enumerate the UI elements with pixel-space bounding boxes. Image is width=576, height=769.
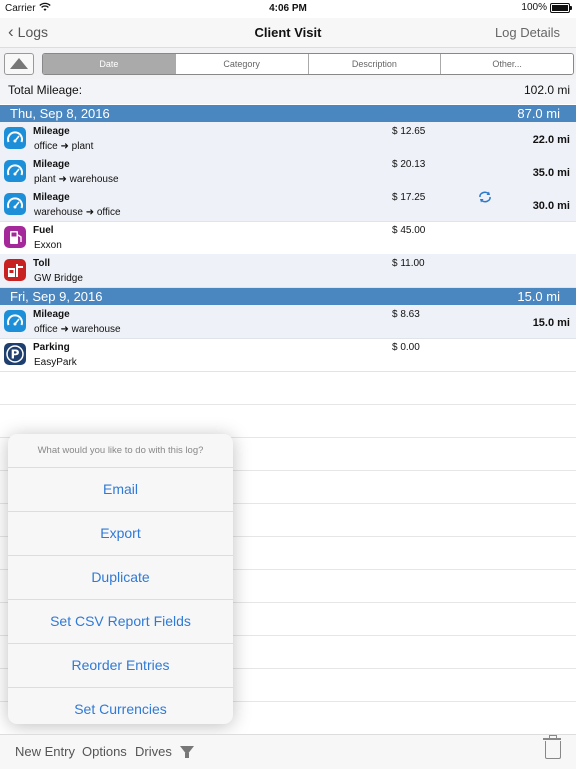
total-mileage-label: Total Mileage: — [8, 83, 83, 97]
entry-amount: $ 45.00 — [392, 225, 426, 236]
entry-amount: $ 0.00 — [392, 342, 420, 353]
entry-category: Parking — [33, 342, 70, 353]
entry-miles: 30.0 mi — [532, 200, 570, 212]
table-row[interactable]: Mileage warehouse ➜ office $ 17.25 30.0 … — [0, 188, 576, 222]
sort-bar: Date Category Description Other... — [0, 47, 576, 81]
entry-amount: $ 8.63 — [392, 309, 420, 320]
day-miles: 15.0 mi — [517, 289, 560, 304]
navigation-bar: ‹ Logs Client Visit Log Details — [0, 18, 576, 47]
battery-icon — [550, 2, 572, 13]
day-miles: 87.0 mi — [517, 106, 560, 121]
route-to: warehouse — [69, 174, 119, 185]
options-button[interactable]: Options — [82, 744, 127, 759]
route-from: warehouse — [34, 207, 83, 218]
filter-icon[interactable] — [180, 746, 194, 758]
entry-description: Exxon — [34, 240, 62, 251]
route-to: plant — [71, 141, 94, 152]
entry-amount: $ 20.13 — [392, 159, 426, 170]
entry-description: EasyPark — [34, 357, 77, 368]
entry-category: Mileage — [33, 309, 70, 320]
set-currencies-option[interactable]: Set Currencies — [8, 688, 233, 724]
segment-category[interactable]: Category — [174, 54, 308, 74]
empty-row — [0, 404, 576, 438]
segment-date[interactable]: Date — [43, 54, 175, 74]
entry-amount: $ 12.65 — [392, 126, 426, 137]
set-csv-report-fields-option[interactable]: Set CSV Report Fields — [8, 600, 233, 644]
duplicate-option[interactable]: Duplicate — [8, 556, 233, 600]
entry-category: Fuel — [33, 225, 54, 236]
entry-category: Toll — [33, 258, 51, 269]
toll-icon — [4, 259, 26, 281]
total-mileage-value: 102.0 mi — [523, 83, 570, 97]
speedometer-icon — [4, 127, 26, 149]
day-header: Fri, Sep 9, 2016 15.0 mi — [0, 288, 576, 305]
segment-description[interactable]: Description — [307, 54, 441, 74]
round-trip-icon — [478, 191, 492, 206]
table-row[interactable]: Mileage plant ➜ warehouse $ 20.13 35.0 m… — [0, 155, 576, 189]
entry-route: warehouse ➜ office — [34, 207, 121, 218]
entry-description: GW Bridge — [34, 273, 83, 284]
sort-segmented-control: Date Category Description Other... — [42, 53, 574, 75]
day-date: Thu, Sep 8, 2016 — [10, 106, 110, 121]
table-row[interactable]: Toll GW Bridge $ 11.00 — [0, 254, 576, 288]
total-mileage-row: Total Mileage: 102.0 mi — [0, 79, 576, 104]
day-date: Fri, Sep 9, 2016 — [10, 289, 103, 304]
entry-miles: 22.0 mi — [532, 134, 570, 146]
segment-other[interactable]: Other... — [440, 54, 573, 74]
table-row[interactable]: Mileage office ➜ warehouse $ 8.63 15.0 m… — [0, 305, 576, 339]
fuel-pump-icon — [4, 226, 26, 248]
status-bar: Carrier 4:06 PM 100% — [0, 0, 576, 18]
svg-text:P: P — [11, 348, 20, 362]
parking-icon: P — [4, 343, 26, 365]
log-details-button[interactable]: Log Details — [495, 25, 560, 40]
triangle-up-icon — [10, 58, 28, 69]
options-action-sheet: What would you like to do with this log?… — [8, 434, 233, 724]
entry-miles: 15.0 mi — [532, 317, 570, 329]
route-to: office — [96, 207, 121, 218]
empty-row — [0, 371, 576, 405]
export-option[interactable]: Export — [8, 512, 233, 556]
table-row[interactable]: Fuel Exxon $ 45.00 — [0, 221, 576, 255]
email-option[interactable]: Email — [8, 468, 233, 512]
route-from: plant — [34, 174, 56, 185]
route-from: office — [34, 324, 58, 335]
entry-route: office ➜ plant — [34, 141, 94, 152]
day-header: Thu, Sep 8, 2016 87.0 mi — [0, 105, 576, 122]
route-from: office — [34, 141, 58, 152]
entry-route: plant ➜ warehouse — [34, 174, 119, 185]
entry-miles: 35.0 mi — [532, 167, 570, 179]
speedometer-icon — [4, 310, 26, 332]
speedometer-icon — [4, 160, 26, 182]
bottom-toolbar: New Entry Options Drives — [0, 734, 576, 769]
action-sheet-title: What would you like to do with this log? — [8, 434, 233, 468]
new-entry-button[interactable]: New Entry — [15, 744, 75, 759]
reorder-entries-option[interactable]: Reorder Entries — [8, 644, 233, 688]
entry-category: Mileage — [33, 126, 70, 137]
battery-percent: 100% — [521, 2, 547, 13]
table-row[interactable]: Mileage office ➜ plant $ 12.65 22.0 mi — [0, 122, 576, 156]
entry-amount: $ 11.00 — [392, 258, 425, 269]
sort-direction-button[interactable] — [4, 53, 34, 75]
entry-category: Mileage — [33, 192, 70, 203]
entry-category: Mileage — [33, 159, 70, 170]
route-to: warehouse — [71, 324, 121, 335]
battery-indicator: 100% — [521, 2, 572, 13]
trash-icon[interactable] — [543, 735, 561, 759]
page-title: Client Visit — [254, 25, 322, 40]
entry-route: office ➜ warehouse — [34, 324, 121, 335]
status-time: 4:06 PM — [269, 3, 307, 14]
entry-amount: $ 17.25 — [392, 192, 426, 203]
table-row[interactable]: P Parking EasyPark $ 0.00 — [0, 338, 576, 372]
speedometer-icon — [4, 193, 26, 215]
drives-button[interactable]: Drives — [135, 744, 172, 759]
